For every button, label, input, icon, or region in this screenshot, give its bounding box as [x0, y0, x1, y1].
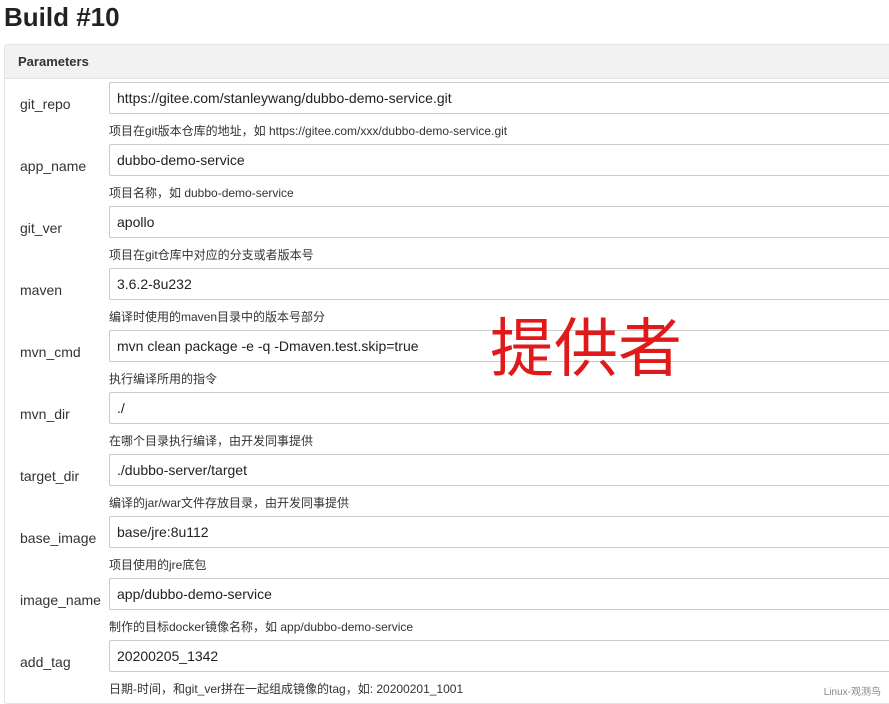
param-label: add_tag: [20, 654, 71, 670]
param-label: maven: [20, 282, 63, 298]
param-app-name: app_name 项目名称，如 dubbo-demo-service: [5, 144, 889, 206]
param-description: 制作的目标docker镜像名称，如 app/dubbo-demo-service: [109, 620, 414, 634]
param-description: 日期-时间，和git_ver拼在一起组成镜像的tag，如: 20200201_1…: [109, 682, 464, 696]
param-git-repo: git_repo 项目在git版本仓库的地址，如 https://gitee.c…: [5, 82, 889, 144]
param-target-dir: target_dir 编译的jar/war文件存放目录，由开发同事提供: [5, 454, 889, 516]
param-label: git_ver: [20, 220, 63, 236]
target-dir-input[interactable]: [109, 454, 889, 486]
param-base-image: base_image 项目使用的jre底包: [5, 516, 889, 578]
param-label: git_repo: [20, 96, 71, 112]
param-label: app_name: [20, 158, 87, 174]
param-git-ver: git_ver 项目在git仓库中对应的分支或者版本号: [5, 206, 889, 268]
param-label: image_name: [20, 592, 101, 608]
param-description: 项目在git仓库中对应的分支或者版本号: [109, 248, 314, 262]
panel-header: Parameters: [5, 45, 889, 79]
git-repo-input[interactable]: [109, 82, 889, 114]
parameters-panel: Parameters git_repo 项目在git版本仓库的地址，如 http…: [4, 44, 889, 704]
param-description: 编译的jar/war文件存放目录，由开发同事提供: [109, 496, 350, 510]
param-description: 项目使用的jre底包: [109, 558, 207, 572]
param-description: 执行编译所用的指令: [109, 372, 218, 386]
image-name-input[interactable]: [109, 578, 889, 610]
param-description: 项目名称，如 dubbo-demo-service: [109, 186, 294, 200]
param-description: 在哪个目录执行编译，由开发同事提供: [109, 434, 314, 448]
param-maven: maven 编译时使用的maven目录中的版本号部分: [5, 268, 889, 330]
param-mvn-cmd: mvn_cmd 执行编译所用的指令: [5, 330, 889, 392]
mvn-cmd-input[interactable]: [109, 330, 889, 362]
param-mvn-dir: mvn_dir 在哪个目录执行编译，由开发同事提供: [5, 392, 889, 454]
param-description: 项目在git版本仓库的地址，如 https://gitee.com/xxx/du…: [109, 124, 508, 138]
param-description: 编译时使用的maven目录中的版本号部分: [109, 310, 326, 324]
add-tag-input[interactable]: [109, 640, 889, 672]
param-label: base_image: [20, 530, 97, 546]
git-ver-input[interactable]: [109, 206, 889, 238]
param-label: mvn_dir: [20, 406, 70, 422]
app-name-input[interactable]: [109, 144, 889, 176]
maven-input[interactable]: [109, 268, 889, 300]
param-add-tag: add_tag 日期-时间，和git_ver拼在一起组成镜像的tag，如: 20…: [5, 640, 889, 702]
corner-watermark: Linux-观测鸟: [823, 687, 881, 698]
param-label: mvn_cmd: [20, 344, 81, 360]
mvn-dir-input[interactable]: [109, 392, 889, 424]
base-image-input[interactable]: [109, 516, 889, 548]
page-title: Build #10: [4, 2, 120, 32]
param-label: target_dir: [20, 468, 80, 484]
param-image-name: image_name 制作的目标docker镜像名称，如 app/dubbo-d…: [5, 578, 889, 640]
